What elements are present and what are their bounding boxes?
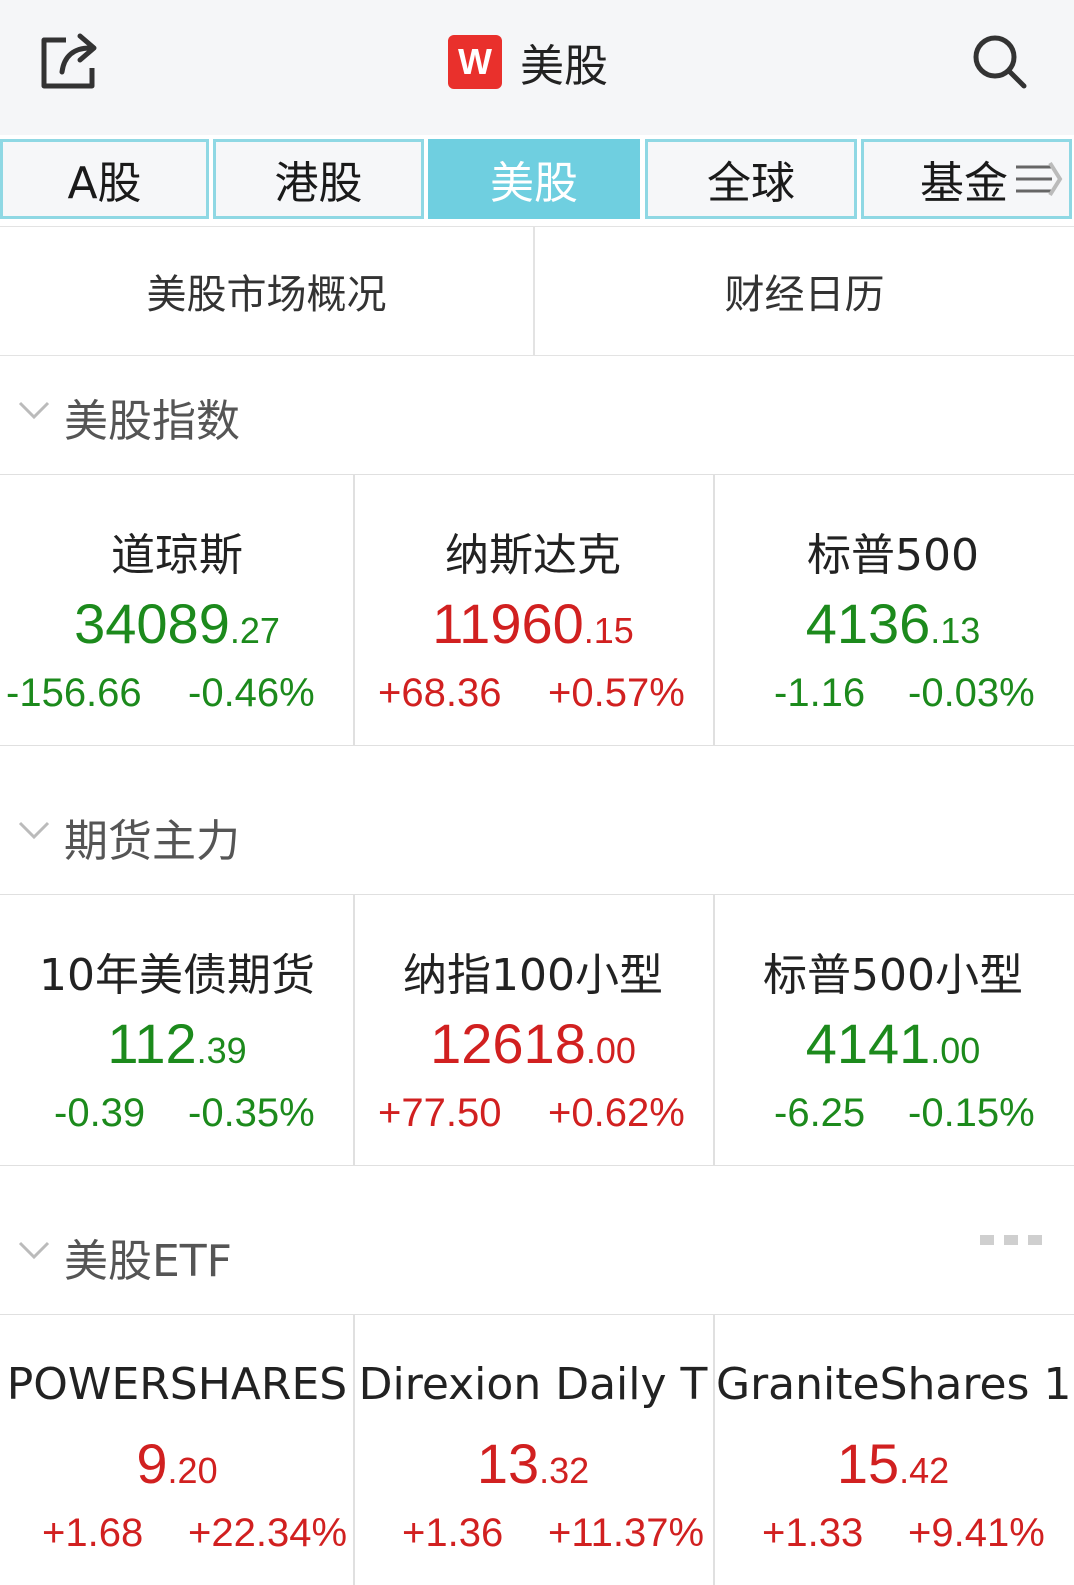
quote-price: 4136.13 [805, 592, 981, 655]
quote-percent: +11.37% [548, 1511, 705, 1555]
quote-percent: -0.15% [908, 1091, 1035, 1135]
quote-card[interactable]: 纳斯达克 11960.15 +68.36 +0.57% [356, 475, 710, 745]
tab-us-share[interactable]: 美股 [428, 139, 640, 219]
quote-price: 34089.27 [74, 592, 280, 655]
finance-calendar-button[interactable]: 财经日历 [535, 227, 1074, 355]
quote-change: -156.66 [6, 671, 142, 715]
quote-card[interactable]: POWERSHARES 9.20 +1.68 +22.34% [0, 1315, 354, 1585]
header-title-group: W 美股 [448, 34, 608, 92]
more-icon[interactable] [980, 1235, 1042, 1245]
quote-price: 11960.15 [432, 592, 634, 655]
tab-global[interactable]: 全球 [645, 139, 857, 219]
quote-name: 10年美债期货 [39, 950, 315, 1001]
quote-card[interactable]: 标普500小型 4141.00 -6.25 -0.15% [716, 895, 1070, 1165]
quote-percent: +22.34% [188, 1511, 348, 1555]
quote-change: +1.68 [42, 1511, 144, 1555]
quote-name: 标普500 [807, 530, 979, 581]
quote-name: 纳斯达克 [445, 530, 621, 581]
app-logo: W [448, 35, 502, 89]
quote-percent: -0.46% [188, 671, 315, 715]
quote-card[interactable]: GraniteShares 1 15.42 +1.33 +9.41% [716, 1315, 1070, 1585]
top-bar: W 美股 [0, 0, 1074, 135]
quote-card[interactable]: Direxion Daily T 13.32 +1.36 +11.37% [356, 1315, 710, 1585]
quote-change: +77.50 [378, 1091, 502, 1135]
quote-percent: +0.62% [548, 1091, 685, 1135]
quote-percent: +9.41% [908, 1511, 1045, 1555]
quote-name: POWERSHARES [6, 1359, 348, 1410]
chevron-down-icon [18, 1241, 50, 1260]
tab-fund-label: 基金 [920, 158, 1008, 209]
quote-change: -6.25 [774, 1091, 866, 1135]
page-title: 美股 [520, 41, 608, 92]
divider [713, 475, 715, 745]
quote-percent: -0.03% [908, 671, 1035, 715]
quote-grid-futures: 10年美债期货 112.39 -0.39 -0.35% 纳指100小型 12618… [0, 894, 1074, 1166]
section-header-indices[interactable]: 美股指数 [0, 355, 1074, 475]
quote-card[interactable]: 标普500 4136.13 -1.16 -0.03% [716, 475, 1070, 745]
market-overview-button[interactable]: 美股市场概况 [0, 227, 533, 355]
quote-price: 9.20 [136, 1432, 218, 1495]
quote-grid-etf: POWERSHARES 9.20 +1.68 +22.34% Direxion D… [0, 1314, 1074, 1585]
section-title: 美股ETF [64, 1236, 232, 1287]
section-title: 美股指数 [64, 396, 240, 447]
quote-price: 112.39 [107, 1012, 247, 1075]
quote-change: +1.36 [402, 1511, 504, 1555]
tab-hk-share[interactable]: 港股 [213, 139, 424, 219]
quote-card[interactable]: 10年美债期货 112.39 -0.39 -0.35% [0, 895, 354, 1165]
sub-navigation: 美股市场概况 财经日历 [0, 226, 1074, 356]
quote-change: -0.39 [54, 1091, 146, 1135]
chevron-down-icon [18, 821, 50, 840]
quote-percent: -0.35% [188, 1091, 315, 1135]
quote-percent: +0.57% [548, 671, 685, 715]
quote-name: 标普500小型 [763, 950, 1023, 1001]
quote-price: 4141.00 [805, 1012, 981, 1075]
quote-name: 道琼斯 [111, 530, 243, 581]
share-icon[interactable] [36, 30, 102, 92]
divider [353, 895, 355, 1165]
divider [713, 895, 715, 1165]
tab-a-share[interactable]: A股 [0, 139, 209, 219]
quote-name: GraniteShares 1 [716, 1359, 1070, 1410]
quote-name: 纳指100小型 [403, 950, 663, 1001]
search-icon[interactable] [970, 32, 1028, 90]
quote-change: +1.33 [762, 1511, 864, 1555]
section-title: 期货主力 [64, 816, 240, 867]
quote-grid-indices: 道琼斯 34089.27 -156.66 -0.46% 纳斯达克 11960.15… [0, 474, 1074, 746]
quote-card[interactable]: 道琼斯 34089.27 -156.66 -0.46% [0, 475, 354, 745]
divider [713, 1315, 715, 1585]
section-header-etf[interactable]: 美股ETF [0, 1195, 1074, 1315]
quote-price: 13.32 [476, 1432, 590, 1495]
chevron-down-icon [18, 401, 50, 420]
section-header-futures[interactable]: 期货主力 [0, 775, 1074, 895]
divider [353, 1315, 355, 1585]
market-tabs: A股 港股 美股 全球 基金 [0, 139, 1074, 219]
quote-card[interactable]: 纳指100小型 12618.00 +77.50 +0.62% [356, 895, 710, 1165]
quote-name: Direxion Daily T [358, 1359, 708, 1410]
quote-change: -1.16 [774, 671, 866, 715]
divider [353, 475, 355, 745]
quote-price: 12618.00 [430, 1012, 636, 1075]
tab-more-icon[interactable] [1014, 159, 1064, 199]
quote-change: +68.36 [378, 671, 502, 715]
quote-price: 15.42 [836, 1432, 950, 1495]
